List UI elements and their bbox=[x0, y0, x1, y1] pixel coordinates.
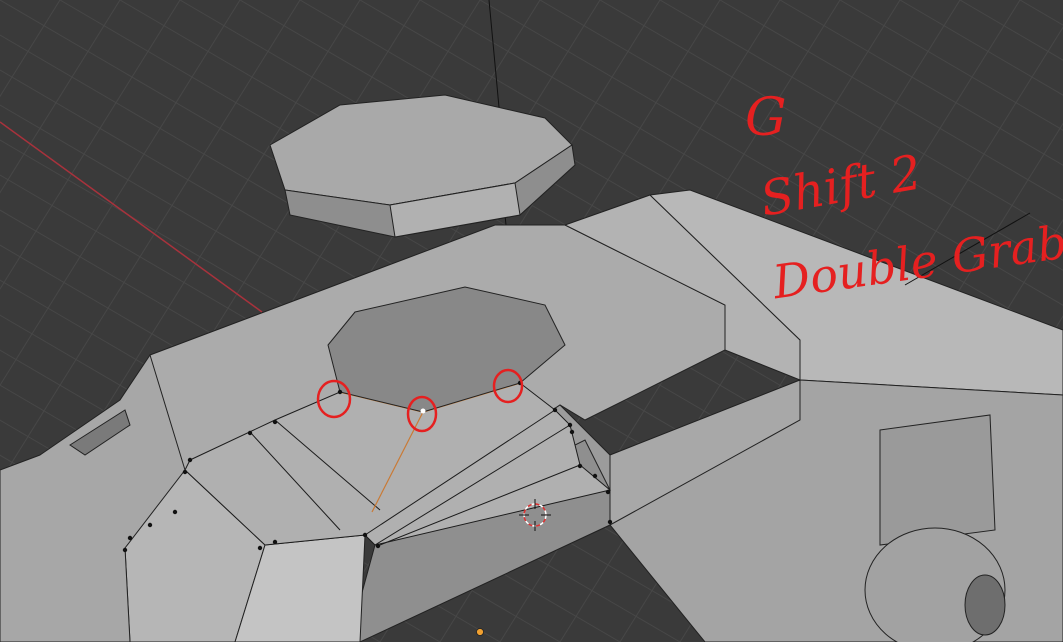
vertex[interactable] bbox=[592, 473, 598, 479]
active-vertex[interactable] bbox=[420, 408, 426, 414]
vertex[interactable] bbox=[605, 489, 611, 495]
vertex[interactable] bbox=[187, 457, 193, 463]
object-origin[interactable] bbox=[476, 628, 484, 636]
vertex[interactable] bbox=[272, 539, 278, 545]
vertex[interactable] bbox=[577, 463, 583, 469]
vertex[interactable] bbox=[182, 469, 188, 475]
vertex[interactable] bbox=[552, 407, 558, 413]
annotation-line-1: G bbox=[745, 88, 787, 148]
vertex[interactable] bbox=[127, 535, 133, 541]
vertex[interactable] bbox=[247, 430, 253, 436]
vertex[interactable] bbox=[362, 532, 368, 538]
vertex[interactable] bbox=[122, 547, 128, 553]
vertex[interactable] bbox=[375, 543, 381, 549]
vertex[interactable] bbox=[172, 509, 178, 515]
wheel-hub bbox=[964, 574, 1006, 636]
side-panel bbox=[879, 414, 996, 546]
3d-viewport[interactable] bbox=[0, 0, 1063, 642]
vertex[interactable] bbox=[257, 545, 263, 551]
vertex[interactable] bbox=[337, 389, 343, 395]
vertex[interactable] bbox=[607, 519, 613, 525]
vertex[interactable] bbox=[147, 522, 153, 528]
vertex[interactable] bbox=[272, 419, 278, 425]
vertex[interactable] bbox=[569, 429, 575, 435]
vertex[interactable] bbox=[567, 422, 573, 428]
